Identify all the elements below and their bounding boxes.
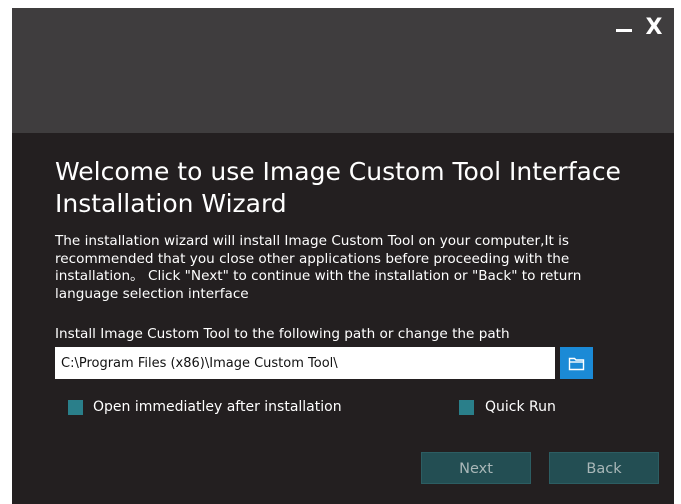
folder-icon <box>568 357 585 371</box>
browse-folder-button[interactable] <box>560 347 593 379</box>
close-icon: X <box>645 15 663 40</box>
install-path-label: Install Image Custom Tool to the followi… <box>55 326 510 342</box>
open-after-install-label: Open immediatley after installation <box>93 399 342 415</box>
installer-window: X Welcome to use Image Custom Tool Inter… <box>12 8 674 504</box>
quick-run-label: Quick Run <box>485 399 556 415</box>
wizard-description: The installation wizard will install Ima… <box>55 233 582 302</box>
back-button[interactable]: Back <box>549 452 659 484</box>
install-path-input[interactable] <box>55 347 555 379</box>
page-title: Welcome to use Image Custom Tool Interfa… <box>55 157 621 218</box>
minimize-button[interactable] <box>610 14 638 42</box>
close-button[interactable]: X <box>640 14 668 42</box>
open-after-install-checkbox[interactable] <box>68 400 83 415</box>
quick-run-checkbox[interactable] <box>459 400 474 415</box>
next-button[interactable]: Next <box>421 452 531 484</box>
window-header: X <box>12 8 674 133</box>
